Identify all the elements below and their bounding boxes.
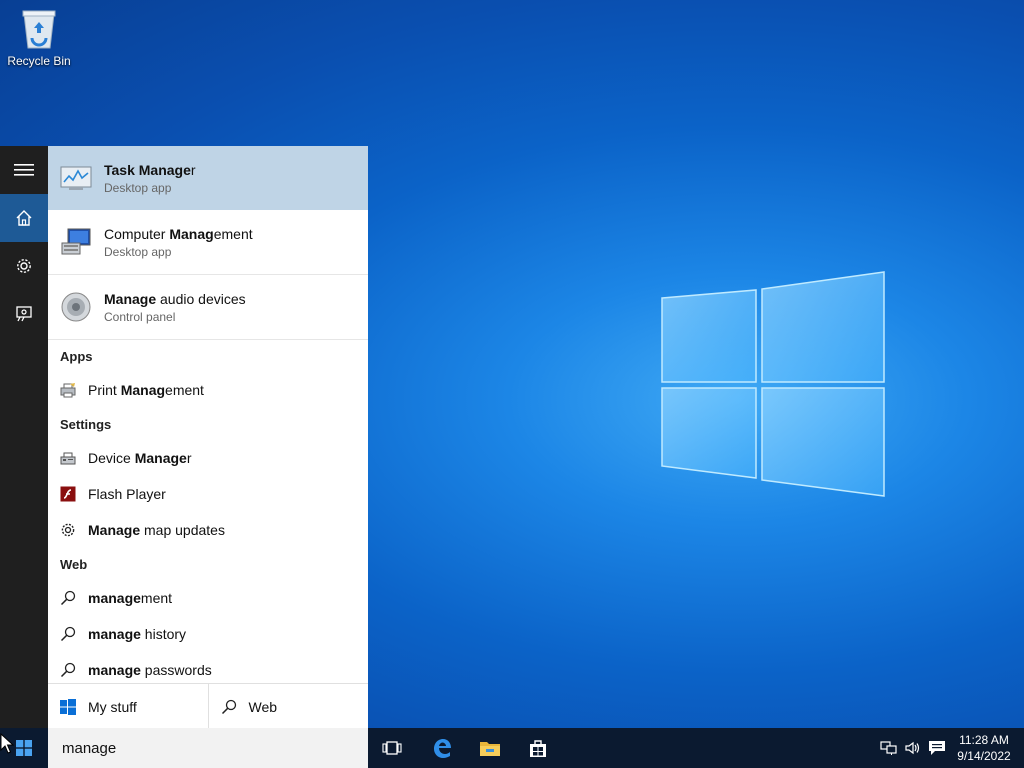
section-web-header: Web (60, 557, 88, 572)
result-flash-player[interactable]: Flash Player (48, 476, 368, 512)
flash-player-icon (48, 486, 88, 502)
result-device-manager[interactable]: Device Manager (48, 440, 368, 476)
search-icon (48, 590, 88, 606)
result-manage-map-updates[interactable]: Manage map updates (48, 512, 368, 548)
result-label: Flash Player (88, 486, 166, 502)
result-subtitle: Desktop app (104, 244, 172, 259)
my-stuff-label: My stuff (88, 698, 137, 715)
taskbar-clock[interactable]: 11:28 AM 9/14/2022 (950, 732, 1018, 764)
result-label: manage history (88, 626, 187, 642)
settings-gear-icon[interactable] (0, 242, 48, 290)
start-rail (0, 146, 48, 728)
device-manager-icon (48, 450, 88, 466)
recycle-bin-shortcut[interactable]: Recycle Bin (6, 8, 72, 68)
result-title: Task Manager (104, 161, 196, 178)
result-label: Print Management (88, 382, 204, 398)
recycle-bin-label: Recycle Bin (7, 54, 71, 68)
taskbar-search-box[interactable] (48, 728, 368, 768)
mouse-cursor-icon (0, 733, 14, 754)
search-icon (48, 662, 88, 678)
search-input[interactable] (60, 738, 354, 758)
web-suggestion[interactable]: manage history (48, 616, 368, 652)
result-computer-management[interactable]: Computer Management Desktop app (48, 210, 368, 275)
computer-management-icon (48, 210, 104, 274)
section-apps-header: Apps (60, 349, 93, 364)
result-title: Computer Management (104, 225, 253, 242)
result-manage-audio-devices[interactable]: Manage audio devices Control panel (48, 275, 368, 340)
web-suggestion[interactable]: management (48, 580, 368, 616)
recycle-bin-icon (20, 8, 58, 50)
result-label: Manage map updates (88, 522, 225, 538)
result-print-management[interactable]: Print Management (48, 372, 368, 408)
edge-browser-icon[interactable] (418, 728, 466, 768)
start-menu: Task Manager Desktop app Computer Manage… (0, 146, 368, 729)
result-task-manager[interactable]: Task Manager Desktop app (48, 146, 368, 210)
windows-icon (48, 698, 88, 715)
search-filter-bar: My stuff Web (48, 683, 368, 729)
volume-icon[interactable] (902, 728, 924, 768)
result-label: manage passwords (88, 662, 212, 678)
feedback-icon[interactable] (0, 290, 48, 338)
result-title: Manage audio devices (104, 290, 246, 307)
search-icon (209, 699, 249, 715)
taskbar: 11:28 AM 9/14/2022 (0, 728, 1024, 768)
search-results-panel: Task Manager Desktop app Computer Manage… (48, 146, 368, 729)
task-view-icon[interactable] (368, 728, 416, 768)
speaker-icon (48, 275, 104, 339)
home-icon[interactable] (0, 194, 48, 242)
search-icon (48, 626, 88, 642)
my-stuff-button[interactable]: My stuff (48, 684, 208, 729)
windows-logo-wallpaper (661, 271, 885, 497)
windows-start-icon (16, 740, 32, 756)
section-settings-header: Settings (60, 417, 112, 432)
action-center-icon[interactable] (926, 728, 948, 768)
result-label: management (88, 590, 173, 606)
clock-date: 9/14/2022 (957, 749, 1011, 763)
print-management-icon (48, 382, 88, 398)
network-icon[interactable] (878, 728, 900, 768)
hamburger-menu-icon[interactable] (0, 146, 48, 194)
web-search-button[interactable]: Web (207, 684, 369, 729)
store-icon[interactable] (514, 728, 562, 768)
result-subtitle: Control panel (104, 309, 176, 324)
task-manager-icon (48, 146, 104, 210)
result-label: Device Manager (88, 450, 192, 466)
result-subtitle: Desktop app (104, 180, 172, 195)
clock-time: 11:28 AM (959, 733, 1009, 747)
gear-icon (48, 522, 88, 538)
web-label: Web (248, 698, 278, 715)
file-explorer-icon[interactable] (466, 728, 514, 768)
